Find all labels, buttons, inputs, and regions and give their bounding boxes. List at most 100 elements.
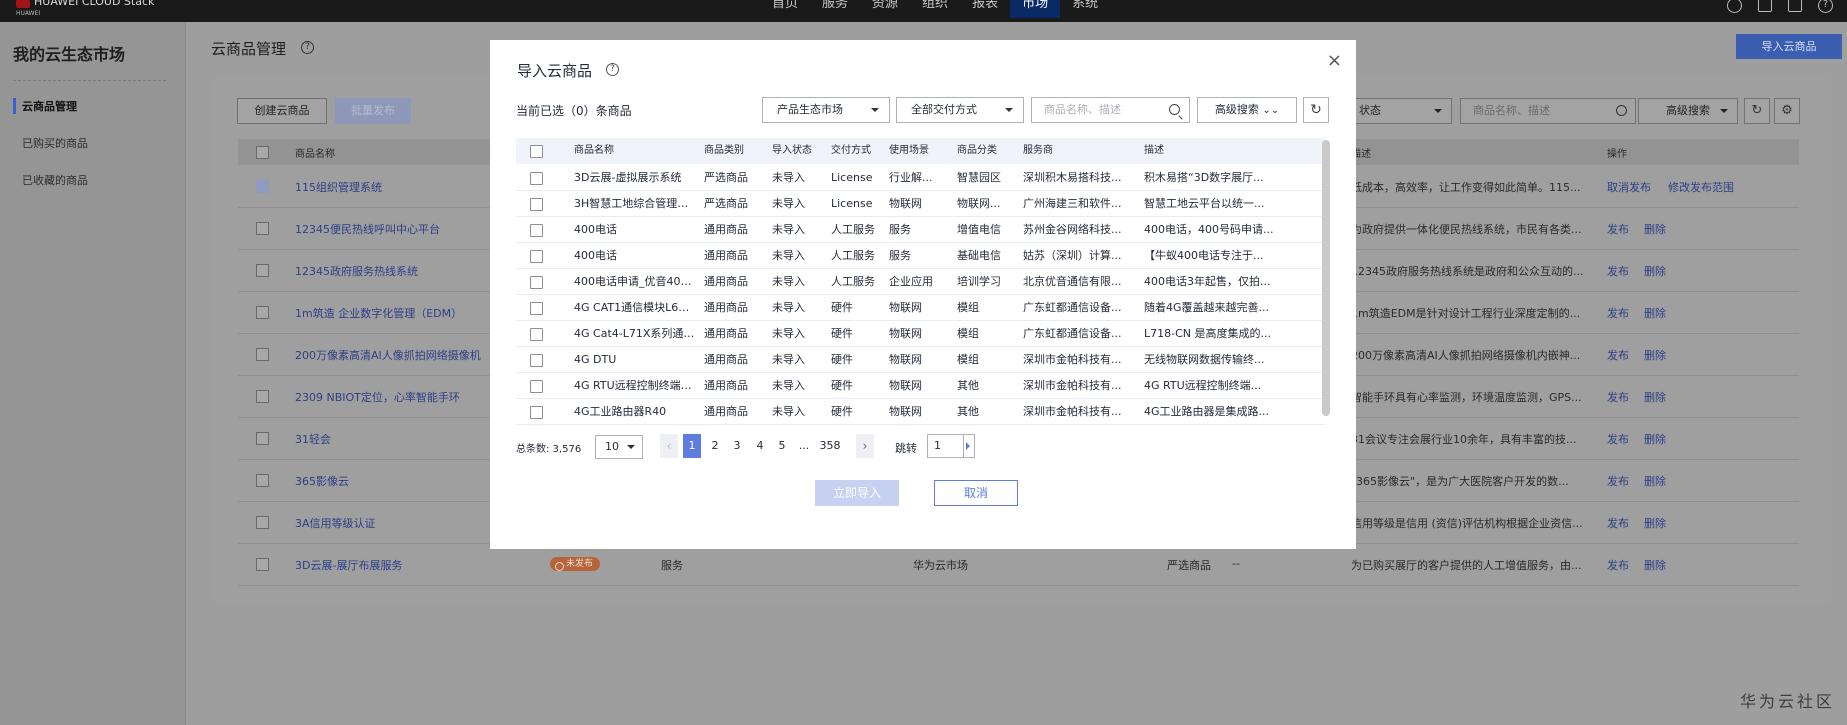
row-checkbox[interactable]	[256, 180, 269, 193]
op-secondary-link[interactable]: 删除	[1644, 557, 1666, 573]
product-name-link[interactable]: 12345政府服务热线系统	[295, 263, 418, 279]
settings-gear-icon[interactable]: ⚙	[1774, 98, 1800, 124]
dialog-table-row[interactable]: 400电话 通用商品 未导入 人工服务 服务 增值电信 苏州金谷网络科技... 400电话，4…	[516, 217, 1325, 243]
nav-system[interactable]: 系统	[1060, 0, 1110, 18]
cancel-button[interactable]: 取消	[934, 480, 1018, 506]
op-primary-link[interactable]: 发布	[1607, 515, 1629, 531]
row-checkbox[interactable]	[530, 380, 543, 393]
row-checkbox[interactable]	[530, 328, 543, 341]
sidebar-item-favorites[interactable]: 已收藏的商品	[13, 172, 88, 188]
sidebar-item-purchased[interactable]: 已购买的商品	[13, 135, 88, 151]
page-help-icon[interactable]: ?	[301, 41, 314, 54]
op-primary-link[interactable]: 发布	[1607, 347, 1629, 363]
op-secondary-link[interactable]: 删除	[1644, 221, 1666, 237]
dialog-table-row[interactable]: 3H智慧工地综合管理信... 严选商品 未导入 License 物联网 物联网... 广州海…	[516, 191, 1325, 217]
market-filter-select[interactable]: 产品生态市场	[762, 97, 890, 123]
row-checkbox[interactable]	[256, 348, 269, 361]
nav-resource[interactable]: 资源	[860, 0, 910, 18]
dialog-table-row[interactable]: 4G RTU远程控制终端S270 通用商品 未导入 硬件 物联网 其他 深圳市金帕科技有..…	[516, 373, 1325, 399]
row-checkbox[interactable]	[256, 558, 269, 571]
product-name-link[interactable]: 2309 NBIOT定位，心率智能手环	[295, 389, 460, 405]
page-3[interactable]: 3	[728, 434, 746, 458]
nav-report[interactable]: 报表	[960, 0, 1010, 18]
dialog-table-row[interactable]: 400电话申请_优音400电... 通用商品 未导入 人工服务 企业应用 培训学习 北京优音…	[516, 269, 1325, 295]
dialog-table-row[interactable]: 4G工业路由器R40 通用商品 未导入 硬件 物联网 其他 深圳市金帕科技有... 4G工业路…	[516, 399, 1325, 425]
op-primary-link[interactable]: 发布	[1607, 221, 1629, 237]
op-primary-link[interactable]: 发布	[1607, 305, 1629, 321]
op-primary-link[interactable]: 发布	[1607, 473, 1629, 489]
row-checkbox[interactable]	[256, 432, 269, 445]
product-name-link[interactable]: 12345便民热线呼叫中心平台	[295, 221, 440, 237]
brand-logo[interactable]: HUAWEI CLOUD Stack	[16, 0, 154, 8]
op-secondary-link[interactable]: 删除	[1644, 347, 1666, 363]
dialog-advanced-search-button[interactable]: 高级搜索 ⌄⌄	[1197, 97, 1297, 123]
dialog-table-row[interactable]: 4G DTU 通用商品 未导入 硬件 物联网 模组 深圳市金帕科技有... 无线物联网数据传输…	[516, 347, 1325, 373]
row-checkbox[interactable]	[530, 224, 543, 237]
row-checkbox[interactable]	[530, 354, 543, 367]
dialog-refresh-icon[interactable]: ↻	[1303, 97, 1329, 123]
row-checkbox[interactable]	[256, 306, 269, 319]
product-name-link[interactable]: 3A信用等级认证	[295, 515, 376, 531]
page-size-select[interactable]: 10	[595, 435, 643, 459]
op-secondary-link[interactable]: 删除	[1644, 473, 1666, 489]
op-secondary-link[interactable]: 删除	[1644, 305, 1666, 321]
dialog-search-input[interactable]: 商品名称、描述	[1031, 97, 1190, 123]
nav-home[interactable]: 首页	[760, 0, 810, 18]
dialog-help-icon[interactable]: ?	[606, 63, 619, 76]
op-secondary-link[interactable]: 删除	[1644, 263, 1666, 279]
import-product-button[interactable]: 导入云商品	[1736, 34, 1842, 59]
nav-org[interactable]: 组织	[910, 0, 960, 18]
op-primary-link[interactable]: 发布	[1607, 263, 1629, 279]
select-all-checkbox[interactable]	[530, 145, 543, 158]
row-checkbox[interactable]	[256, 390, 269, 403]
batch-publish-button[interactable]: 批量发布	[335, 98, 411, 124]
advanced-search-button[interactable]: 高级搜索	[1638, 98, 1738, 124]
create-product-button[interactable]: 创建云商品	[237, 98, 327, 124]
delivery-filter-select[interactable]: 全部交付方式	[896, 97, 1024, 123]
select-all-checkbox[interactable]	[256, 146, 269, 159]
table-row[interactable]: 3D云展-展厅布展服务 未发布 服务 华为云市场 严选商品 -- 为已购买展厅的客户提供的人…	[238, 544, 1799, 586]
row-checkbox[interactable]	[256, 474, 269, 487]
dialog-table-row[interactable]: 4G CAT1通信模块L610 ... 通用商品 未导入 硬件 物联网 模组 广东虹都通信设…	[516, 295, 1325, 321]
row-checkbox[interactable]	[530, 198, 543, 211]
row-checkbox[interactable]	[530, 406, 543, 419]
op-secondary-link[interactable]: 删除	[1644, 431, 1666, 447]
page-last[interactable]: 358	[816, 434, 844, 458]
page-5[interactable]: 5	[773, 434, 791, 458]
product-name-link[interactable]: 115组织管理系统	[295, 179, 382, 195]
row-checkbox[interactable]	[530, 302, 543, 315]
page-ellipsis[interactable]: ...	[795, 434, 813, 458]
help-icon[interactable]: ?	[1818, 0, 1833, 13]
product-search-input[interactable]: 商品名称、描述	[1460, 98, 1636, 124]
page-4[interactable]: 4	[751, 434, 769, 458]
row-checkbox[interactable]	[530, 250, 543, 263]
jump-go-icon[interactable]	[963, 435, 974, 457]
dialog-table-row[interactable]: 400电话 通用商品 未导入 人工服务 服务 基础电信 姑苏（深圳）计算... 【牛蚁400电…	[516, 243, 1325, 269]
row-checkbox[interactable]	[256, 222, 269, 235]
dialog-scrollbar[interactable]	[1322, 140, 1330, 416]
op-secondary-link[interactable]: 修改发布范围	[1668, 179, 1734, 195]
status-filter-select[interactable]: 状态	[1352, 98, 1452, 124]
product-name-link[interactable]: 31轻会	[295, 431, 331, 447]
sidebar-item-product-management[interactable]: 云商品管理	[13, 98, 77, 114]
op-primary-link[interactable]: 发布	[1607, 389, 1629, 405]
row-checkbox[interactable]	[530, 172, 543, 185]
op-primary-link[interactable]: 发布	[1607, 557, 1629, 573]
op-primary-link[interactable]: 发布	[1607, 431, 1629, 447]
refresh-icon[interactable]: ↻	[1744, 98, 1770, 124]
product-name-link[interactable]: 1m筑造 企业数字化管理（EDM）	[295, 305, 462, 321]
message-icon[interactable]	[1788, 0, 1802, 12]
dialog-table-row[interactable]: 3D云展-虚拟展示系统 严选商品 未导入 License 行业解... 智慧园区 深圳积木易…	[516, 165, 1325, 191]
product-name-link[interactable]: 200万像素高清AI人像抓拍网络摄像机	[295, 347, 481, 363]
close-icon[interactable]: ×	[1327, 50, 1342, 71]
nav-market[interactable]: 市场	[1010, 0, 1061, 18]
page-2[interactable]: 2	[706, 434, 724, 458]
next-page-icon[interactable]: ›	[856, 434, 874, 458]
page-1[interactable]: 1	[683, 434, 701, 458]
dialog-table-row[interactable]: 4G Cat4-L71X系列通信... 通用商品 未导入 硬件 物联网 模组 广东虹都通信设…	[516, 321, 1325, 347]
op-secondary-link[interactable]: 删除	[1644, 389, 1666, 405]
import-now-button[interactable]: 立即导入	[815, 480, 899, 506]
nav-service[interactable]: 服务	[810, 0, 860, 18]
row-checkbox[interactable]	[256, 516, 269, 529]
op-primary-link[interactable]: 取消发布	[1607, 179, 1651, 195]
